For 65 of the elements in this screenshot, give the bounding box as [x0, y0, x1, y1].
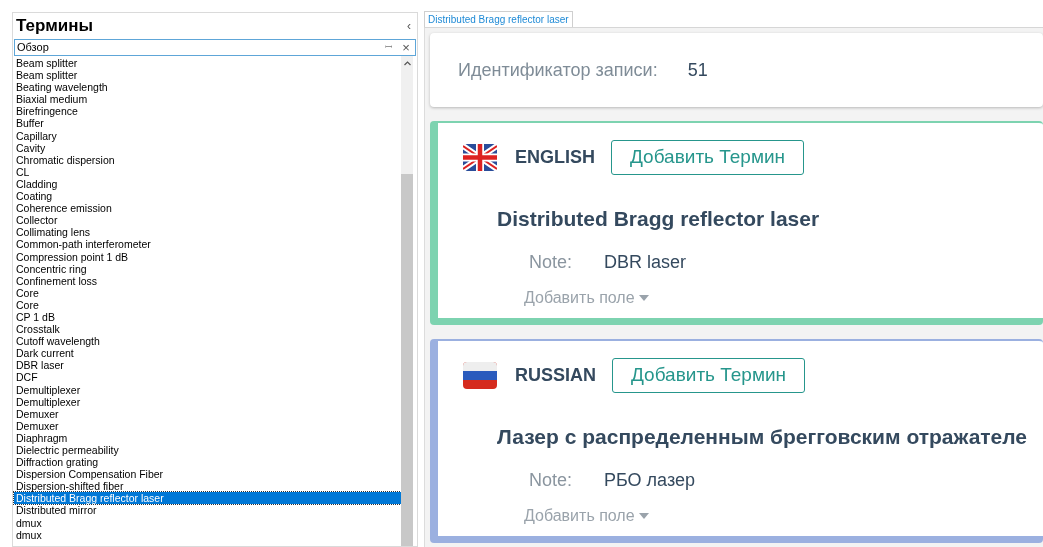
- list-item[interactable]: dmux: [14, 528, 401, 541]
- list-item[interactable]: Coating: [14, 190, 401, 203]
- record-value: 51: [687, 58, 708, 82]
- list-item[interactable]: Cladding: [14, 177, 401, 191]
- list-item[interactable]: Buffer: [14, 117, 401, 130]
- tab[interactable]: Distributed Bragg reflector laser: [424, 11, 573, 27]
- list-item[interactable]: Capillary: [14, 129, 401, 142]
- list-item[interactable]: Compression point 1 dB: [14, 250, 401, 263]
- list-item[interactable]: CL: [14, 165, 401, 178]
- add-term-button[interactable]: Добавить Термин: [611, 140, 805, 175]
- list-item[interactable]: Dark current: [14, 347, 401, 360]
- language-name: RUSSIAN: [515, 364, 596, 387]
- pin-button[interactable]: ꟷ: [381, 43, 395, 52]
- list-item[interactable]: Coherence emission: [14, 202, 401, 215]
- list-item[interactable]: Chromatic dispersion: [14, 153, 401, 166]
- flag-icon: [463, 362, 497, 389]
- list-item[interactable]: Common-path interferometer: [14, 238, 401, 251]
- note-label: Note:: [529, 468, 574, 492]
- list-item[interactable]: Collector: [14, 214, 401, 227]
- note-label: Note:: [529, 250, 574, 274]
- list-item[interactable]: Dispersion Compensation Fiber: [14, 468, 401, 481]
- list-item[interactable]: Demuxer: [14, 419, 401, 432]
- list-item[interactable]: Core: [14, 286, 401, 299]
- list-item[interactable]: Dielectric permeability: [14, 444, 401, 457]
- list-item[interactable]: Concentric ring: [14, 262, 401, 275]
- clear-button[interactable]: ×: [399, 41, 413, 54]
- search-field[interactable]: Обзор ꟷ ×: [14, 39, 416, 56]
- language-name: ENGLISH: [515, 146, 595, 169]
- list-item[interactable]: Diffraction grating: [14, 456, 401, 469]
- list-item[interactable]: Demultiplexer: [14, 395, 401, 408]
- panel-title: Термины: [16, 15, 93, 38]
- list-item[interactable]: Confinement loss: [14, 274, 401, 287]
- caret-icon: [638, 294, 649, 301]
- term-title: Лазер с распределенным брегговским отражателе: [497, 424, 1028, 450]
- list-item[interactable]: Beating wavelength: [14, 81, 401, 94]
- list-item[interactable]: DBR laser: [14, 359, 401, 372]
- add-term-button[interactable]: Добавить Термин: [612, 358, 806, 393]
- scrollbar[interactable]: [401, 56, 413, 546]
- list-item[interactable]: DCF: [14, 371, 401, 384]
- list-item[interactable]: Demuxer: [14, 407, 401, 420]
- list-item[interactable]: Cutoff wavelength: [14, 335, 401, 348]
- list-item[interactable]: dmux: [14, 516, 401, 529]
- scroll-thumb[interactable]: [401, 174, 413, 546]
- list-item[interactable]: Core: [14, 298, 401, 311]
- note-value: РБО лазер: [604, 468, 695, 492]
- list-item[interactable]: Crosstalk: [14, 323, 401, 336]
- list-item[interactable]: Beam splitter: [14, 57, 401, 70]
- flag-icon: [463, 144, 497, 171]
- list-item[interactable]: Distributed mirror: [14, 504, 401, 517]
- list-item[interactable]: Beam splitter: [14, 69, 401, 82]
- collapse-button[interactable]: ‹: [407, 20, 411, 32]
- note-value: DBR laser: [604, 250, 687, 274]
- record-label: Идентификатор записи:: [458, 58, 658, 82]
- list-item[interactable]: Distributed Bragg reflector laser: [14, 492, 401, 505]
- list-item[interactable]: CP 1 dB: [14, 310, 401, 324]
- list-item[interactable]: Biaxial medium: [14, 93, 401, 106]
- list-item[interactable]: Collimating lens: [14, 226, 401, 239]
- list-item[interactable]: Diaphragm: [14, 431, 401, 444]
- scroll-up-icon[interactable]: [403, 60, 411, 66]
- list-item[interactable]: Cavity: [14, 141, 401, 154]
- term-title: Distributed Bragg reflector laser: [497, 206, 821, 232]
- list-item[interactable]: Birefringence: [14, 105, 401, 118]
- caret-icon: [638, 512, 649, 519]
- list-item[interactable]: Demultiplexer: [14, 383, 401, 396]
- list-item[interactable]: Dispersion-shifted fiber: [14, 480, 401, 493]
